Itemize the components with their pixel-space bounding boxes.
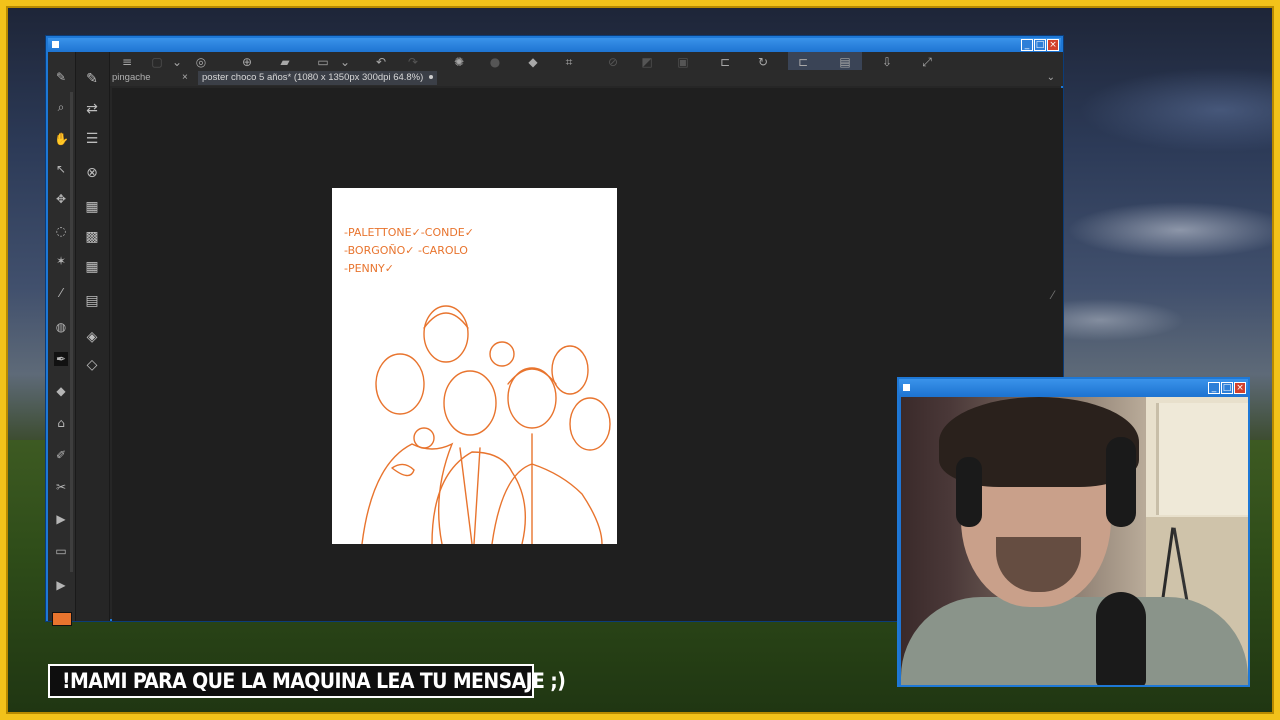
- close-button[interactable]: ×: [1234, 382, 1246, 394]
- screenshot-icon[interactable]: ◎: [194, 56, 208, 68]
- shape-icon[interactable]: ▶: [54, 512, 68, 526]
- headphone-left: [956, 457, 982, 527]
- color-swatch[interactable]: [52, 612, 72, 626]
- note-line-3: -PENNY✓: [344, 262, 394, 275]
- lasso-icon[interactable]: ◌: [54, 224, 68, 238]
- grid-icon[interactable]: ▦: [83, 258, 101, 276]
- microphone: [1096, 592, 1146, 685]
- crop-icon[interactable]: ⌗: [562, 56, 576, 68]
- pattern-icon[interactable]: ▩: [83, 228, 101, 246]
- smudge-icon[interactable]: ⌂: [54, 416, 68, 430]
- blend-icon[interactable]: ✐: [54, 448, 68, 462]
- eraser-icon[interactable]: ◆: [54, 384, 68, 398]
- text-icon[interactable]: ▭: [54, 544, 68, 558]
- window-titlebar[interactable]: _ □ ×: [48, 38, 1061, 52]
- note-line-2: -BORGOÑO✓ -CAROLO: [344, 244, 468, 257]
- save-icon[interactable]: ▭: [316, 56, 330, 68]
- side-panel: ✎ ⇄ ☰ ⊗ ▦ ▩ ▦ ▤ ◈ ◇: [76, 52, 110, 621]
- layers-icon[interactable]: ◇: [83, 356, 101, 374]
- pan-icon[interactable]: ✋: [54, 132, 69, 146]
- resize-handle-icon[interactable]: ⁄: [1052, 288, 1054, 302]
- subtitle-banner: !MAMI PARA QUE LA MAQUINA LEA TU MENSAJE…: [48, 664, 566, 698]
- selection-icon[interactable]: ▣: [676, 56, 690, 68]
- tab-poster[interactable]: poster choco 5 años* (1080 x 1350px 300d…: [198, 71, 438, 85]
- brush-icon[interactable]: ✎: [54, 70, 68, 84]
- align-icon[interactable]: ⊏: [796, 56, 810, 68]
- texture-icon[interactable]: ▦: [83, 198, 101, 216]
- export-icon[interactable]: ⇩: [880, 56, 894, 68]
- menu-icon[interactable]: ≡: [120, 56, 134, 68]
- select-icon[interactable]: ↖: [54, 162, 68, 176]
- eraser-icon[interactable]: ●: [488, 56, 502, 68]
- move-icon[interactable]: ✥: [54, 192, 68, 206]
- minimize-button[interactable]: _: [1021, 39, 1033, 51]
- chevron-down-icon[interactable]: ⌄: [170, 56, 184, 68]
- tab-poster-label: poster choco 5 años* (1080 x 1350px 300d…: [202, 72, 424, 83]
- undo-icon[interactable]: ↶: [374, 56, 388, 68]
- layers-add-icon[interactable]: ◈: [83, 328, 101, 346]
- person-shirt: [901, 597, 1248, 685]
- zoom-icon[interactable]: ⌕: [54, 100, 68, 114]
- redo-icon[interactable]: ↷: [406, 56, 420, 68]
- drawing-canvas[interactable]: -PALETTONE✓-CONDE✓ -BORGOÑO✓ -CAROLO -PE…: [332, 188, 617, 545]
- mirror-icon[interactable]: ◩: [640, 56, 654, 68]
- open-folder-icon[interactable]: ▰: [278, 56, 292, 68]
- calendar-icon[interactable]: ▤: [83, 292, 101, 310]
- flip-icon[interactable]: ⊏: [718, 56, 732, 68]
- note-line-1: -PALETTONE✓-CONDE✓: [344, 226, 474, 239]
- rotate-icon[interactable]: ↻: [756, 56, 770, 68]
- webcam-titlebar[interactable]: _ □ ×: [899, 379, 1248, 396]
- maximize-button[interactable]: □: [1034, 39, 1046, 51]
- maximize-button[interactable]: □: [1221, 382, 1233, 394]
- headphone-right: [1106, 437, 1136, 527]
- add-layer-icon[interactable]: ⊕: [240, 56, 254, 68]
- pen-icon[interactable]: ✒: [54, 352, 68, 366]
- tab-close-button[interactable]: ×: [182, 71, 188, 85]
- webcam-window: _ □ ×: [897, 377, 1250, 687]
- chevron-down-icon[interactable]: ⌄: [338, 56, 352, 68]
- document-icon[interactable]: ▤: [838, 56, 852, 68]
- tool-strip: ✎ ⌕ ✋ ↖ ✥ ◌ ✶ ⁄ ◍ ✒ ◆ ⌂ ✐ ✂ ▶ ▭ ▶: [48, 52, 76, 626]
- adjust-icon[interactable]: ☰: [83, 130, 101, 148]
- chevron-down-icon[interactable]: ⌄: [1047, 71, 1055, 85]
- brush-panel-icon[interactable]: ✎: [83, 70, 101, 88]
- minimize-button[interactable]: _: [1208, 382, 1220, 394]
- reference-icon[interactable]: ⇄: [83, 100, 101, 118]
- whiteboard: [1156, 403, 1248, 515]
- play-icon[interactable]: ▶: [54, 578, 68, 592]
- fill-icon[interactable]: ◆: [526, 56, 540, 68]
- brush-settings-icon[interactable]: ✺: [452, 56, 466, 68]
- window-menu-icon[interactable]: [903, 384, 910, 391]
- document-tabbar: pingache × poster choco 5 años* (1080 x …: [110, 70, 1063, 86]
- window-menu-icon[interactable]: [52, 41, 59, 48]
- fill-icon[interactable]: ◍: [54, 320, 68, 334]
- webcam-feed: [901, 397, 1248, 685]
- tab-pingache[interactable]: pingache: [112, 71, 151, 85]
- modified-dot-icon: [429, 75, 434, 80]
- navigator-icon[interactable]: ⊗: [83, 164, 101, 182]
- magic-wand-icon[interactable]: ✶: [54, 254, 68, 268]
- new-document-icon[interactable]: ▢: [150, 56, 164, 68]
- eyedropper-icon[interactable]: ⁄: [54, 286, 68, 300]
- sketch-drawing: -PALETTONE✓-CONDE✓ -BORGOÑO✓ -CAROLO -PE…: [344, 226, 611, 545]
- close-button[interactable]: ×: [1047, 39, 1059, 51]
- fullscreen-icon[interactable]: ⤢: [920, 56, 934, 68]
- tool-scrollbar[interactable]: [70, 92, 73, 572]
- transform-icon[interactable]: ⊘: [606, 56, 620, 68]
- transform-icon[interactable]: ✂: [54, 480, 68, 494]
